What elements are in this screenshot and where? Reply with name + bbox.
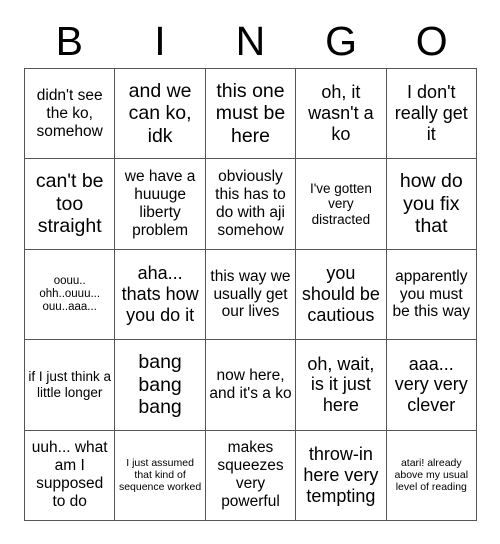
bingo-cell-text: aha... thats how you do it <box>121 263 199 325</box>
bingo-cell[interactable]: this one must be here <box>205 69 297 160</box>
header-letter-n: N <box>235 17 266 64</box>
header-letter-i: I <box>154 17 166 64</box>
bingo-cell[interactable]: makes squeezes very powerful <box>205 430 297 521</box>
bingo-cell-text: this way we usually get our lives <box>210 267 291 321</box>
bingo-cell[interactable]: aha... thats how you do it <box>115 249 206 341</box>
bingo-cell-text: we have a huuuge liberty problem <box>124 168 196 240</box>
bingo-cell[interactable]: oh, it wasn't a ko <box>296 69 387 160</box>
bingo-cell-text: I don't really get it <box>394 82 468 145</box>
bingo-cell-text: if I just think a little longer <box>28 369 111 400</box>
bingo-cell-text: bang bang bang <box>138 350 182 419</box>
bingo-cell-text: how do you fix that <box>399 170 463 238</box>
bingo-cell-text: throw-in here very tempting <box>303 443 379 506</box>
bingo-cell[interactable]: I don't really get it <box>386 69 477 160</box>
bingo-cell[interactable]: and we can ko, idk <box>115 69 206 160</box>
bingo-grid: didn't see the ko, somehow and we can ko… <box>24 68 477 521</box>
bingo-cell-text: obviously this has to do with aji someho… <box>215 168 286 240</box>
bingo-cell-text: and we can ko, idk <box>128 79 192 147</box>
header-letter-g: G <box>325 17 358 64</box>
bingo-header: B I N G O <box>24 14 477 68</box>
bingo-cell[interactable]: now here, and it's a ko <box>205 340 297 431</box>
header-letter-b: B <box>55 17 83 64</box>
bingo-cell[interactable]: how do you fix that <box>386 159 477 250</box>
bingo-cell[interactable]: apparently you must be this way <box>386 249 477 341</box>
bingo-cell[interactable]: oh, wait, is it just here <box>296 340 387 431</box>
bingo-cell-text: didn't see the ko, somehow <box>36 86 103 140</box>
bingo-cell[interactable]: aaa... very very clever <box>386 340 477 431</box>
bingo-cell-text: I just assumed that kind of sequence wor… <box>118 457 202 494</box>
bingo-cell[interactable]: didn't see the ko, somehow <box>25 69 116 160</box>
bingo-cell-text: now here, and it's a ko <box>209 366 292 402</box>
bingo-cell-text: apparently you must be this way <box>392 267 471 321</box>
bingo-cell-text: can't be too straight <box>35 170 104 238</box>
bingo-cell[interactable]: I just assumed that kind of sequence wor… <box>115 430 206 521</box>
bingo-cell-text: this one must be here <box>215 79 286 147</box>
bingo-cell[interactable]: uuh... what am I supposed to do <box>25 430 116 521</box>
bingo-card: B I N G O didn't see the ko, somehow and… <box>0 0 500 544</box>
bingo-cell[interactable]: if I just think a little longer <box>25 340 116 431</box>
bingo-cell-text: atari! already above my usual level of r… <box>394 457 469 494</box>
bingo-cell[interactable]: this way we usually get our lives <box>205 249 297 341</box>
header-letter-o: O <box>415 17 448 64</box>
bingo-cell[interactable]: bang bang bang <box>115 340 206 431</box>
bingo-cell-text: you should be cautious <box>301 263 380 325</box>
bingo-cell[interactable]: can't be too straight <box>25 159 116 250</box>
bingo-cell-text: makes squeezes very powerful <box>217 439 284 511</box>
bingo-cell[interactable]: oouu.. ohh..ouuu... ouu..aaa... <box>25 249 116 341</box>
bingo-cell[interactable]: you should be cautious <box>296 249 387 341</box>
bingo-cell-text: I've gotten very distracted <box>309 180 372 227</box>
bingo-cell-text: aaa... very very clever <box>394 353 468 416</box>
bingo-cell[interactable]: throw-in here very tempting <box>296 430 387 521</box>
bingo-cell[interactable]: we have a huuuge liberty problem <box>115 159 206 250</box>
bingo-cell[interactable]: I've gotten very distracted <box>296 159 387 250</box>
bingo-cell-text: oh, wait, is it just here <box>307 353 375 416</box>
bingo-cell-text: oouu.. ohh..ouuu... ouu..aaa... <box>39 274 101 314</box>
bingo-cell[interactable]: atari! already above my usual level of r… <box>386 430 477 521</box>
bingo-cell-text: oh, it wasn't a ko <box>308 82 374 145</box>
bingo-cell-text: uuh... what am I supposed to do <box>31 439 108 511</box>
bingo-cell[interactable]: obviously this has to do with aji someho… <box>205 159 297 250</box>
